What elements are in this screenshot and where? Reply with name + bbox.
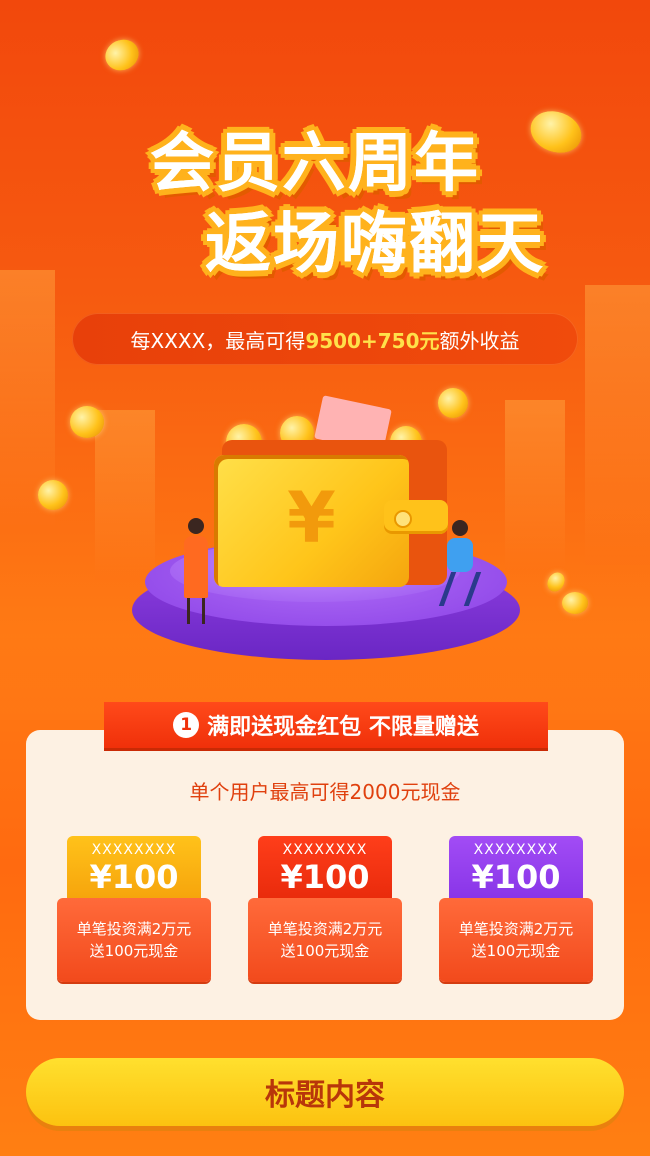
coupon-condition-line2: 送100元现金	[471, 942, 561, 960]
promo-pill-suffix: 额外收益	[439, 328, 520, 353]
coupon-condition-line2: 送100元现金	[89, 942, 179, 960]
coupon-amount: ¥100	[471, 858, 561, 896]
coupon-amount: ¥100	[89, 858, 179, 896]
woman-figure	[178, 518, 214, 624]
coupon-condition: 单笔投资满2万元 送100元现金	[57, 898, 211, 982]
section-subtitle: 单个用户最高可得2000元现金	[189, 780, 461, 804]
background-building	[95, 410, 155, 580]
coupon-condition-line1: 单笔投资满2万元	[76, 920, 192, 938]
promo-page: 会员六周年 返场嗨翻天 每XXXX，最高可得 9500+750元 额外收益 ¥ 单个…	[0, 0, 650, 1156]
section-number-badge: 1	[173, 712, 200, 738]
gold-coin-icon	[38, 480, 68, 510]
promo-pill-prefix: 每XXXX，最高可得	[130, 328, 306, 353]
man-figure	[438, 520, 482, 606]
coupon-condition: 单笔投资满2万元 送100元现金	[248, 898, 402, 982]
promo-pill-highlight: 9500+750元	[305, 328, 440, 353]
coupon-code: XXXXXXXX	[91, 842, 177, 858]
cta-button[interactable]: 标题内容	[26, 1058, 624, 1126]
background-building	[585, 285, 650, 565]
promo-pill: 每XXXX，最高可得 9500+750元 额外收益	[72, 313, 578, 365]
gold-coin-icon	[438, 388, 468, 418]
coupon-card[interactable]: XXXXXXXX ¥100 单笔投资满2万元 送100元现金	[57, 836, 211, 982]
gold-coin-icon	[100, 34, 144, 76]
coupon-code: XXXXXXXX	[473, 842, 559, 858]
coupon-condition-line1: 单笔投资满2万元	[458, 920, 574, 938]
coupon-card[interactable]: XXXXXXXX ¥100 单笔投资满2万元 送100元现金	[439, 836, 593, 982]
background-building	[505, 400, 565, 570]
gold-coin-icon	[70, 406, 104, 438]
coupon-card[interactable]: XXXXXXXX ¥100 单笔投资满2万元 送100元现金	[248, 836, 402, 982]
section-title: 满即送现金红包 不限量赠送	[207, 715, 479, 740]
gold-coin-icon	[562, 592, 588, 614]
yen-symbol: ¥	[287, 477, 336, 559]
headline-line2: 返场嗨翻天	[205, 205, 545, 282]
coupon-code: XXXXXXXX	[282, 842, 368, 858]
coupon-condition-line2: 送100元现金	[280, 942, 370, 960]
coupon-condition-line1: 单笔投资满2万元	[267, 920, 383, 938]
coupon-amount: ¥100	[280, 858, 370, 896]
coupon-condition: 单笔投资满2万元 送100元现金	[439, 898, 593, 982]
wallet-icon: ¥	[214, 455, 409, 587]
wallet-clasp	[384, 500, 448, 534]
section-ribbon: 1 满即送现金红包 不限量赠送	[104, 702, 548, 748]
